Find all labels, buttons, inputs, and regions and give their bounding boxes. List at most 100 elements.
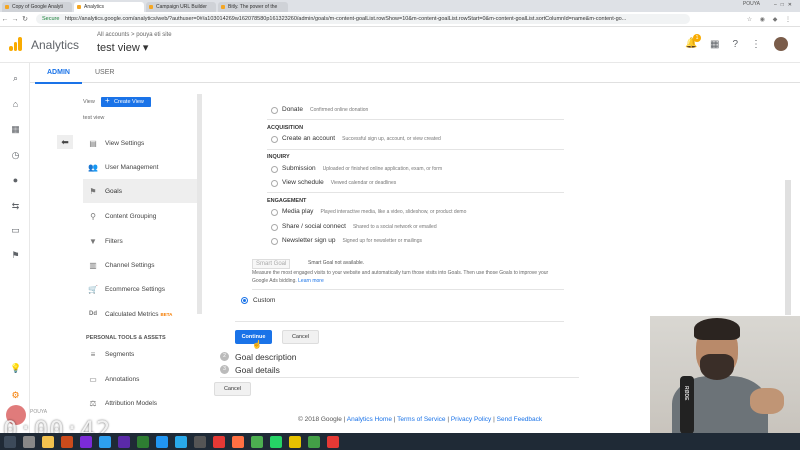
tab-user[interactable]: USER: [95, 69, 114, 76]
url-input[interactable]: Secure https://analytics.google.com/anal…: [36, 14, 690, 24]
apps-grid-icon[interactable]: ▦: [710, 39, 719, 50]
after-effects-icon[interactable]: [80, 435, 92, 448]
learn-more-link[interactable]: Learn more: [298, 278, 324, 284]
nav-item-filters[interactable]: ▼ Filters: [83, 229, 201, 253]
goal-radio-view-schedule[interactable]: [271, 180, 278, 187]
browser-tab[interactable]: Copy of Google Analyti: [2, 2, 72, 12]
goal-radio-create-account[interactable]: [271, 136, 278, 143]
notifications-icon[interactable]: 🔔 1: [685, 34, 701, 50]
customization-icon[interactable]: ▦: [10, 124, 21, 135]
goal-radio-submission[interactable]: [271, 166, 278, 173]
photoshop-icon[interactable]: [99, 435, 111, 448]
account-breadcrumb[interactable]: All accounts > pouya eti site: [97, 32, 172, 38]
goal-option-submission[interactable]: Submission Uploaded or finished online ap…: [282, 165, 442, 172]
divider: [267, 192, 564, 193]
app-icon[interactable]: [156, 435, 168, 448]
footer-link-analytics-home[interactable]: Analytics Home: [347, 416, 392, 423]
acquisition-icon[interactable]: ⇆: [10, 201, 21, 212]
goal-option-label: Newsletter sign up: [282, 237, 336, 244]
nav-item-label: Segments: [105, 350, 135, 358]
nav-item-goals[interactable]: ⚑ Goals: [83, 179, 201, 203]
browser-tab-active[interactable]: Analytics: [74, 2, 144, 12]
goal-radio-donate[interactable]: [271, 107, 278, 114]
goal-option-share-social[interactable]: Share / social connect Shared to a social…: [282, 223, 437, 230]
goal-option-donate[interactable]: Donate Confirmed online donation: [282, 106, 368, 113]
cancel-goal-button[interactable]: Cancel: [214, 382, 251, 396]
nav-scrollbar[interactable]: [197, 94, 202, 314]
forward-icon[interactable]: →: [10, 16, 20, 23]
cancel-button[interactable]: Cancel: [282, 330, 319, 344]
app-icon[interactable]: [327, 435, 339, 448]
extension-icons[interactable]: ☆ ◉ ◆ ⋮: [690, 16, 800, 23]
content-scrollbar[interactable]: [785, 180, 791, 315]
start-icon[interactable]: [4, 435, 16, 448]
section-header: PERSONAL TOOLS & ASSETS: [86, 335, 166, 341]
nav-item-user-management[interactable]: 👥 User Management: [83, 155, 201, 179]
goal-option-newsletter[interactable]: Newsletter sign up Signed up for newslett…: [282, 237, 422, 244]
back-icon[interactable]: ←: [0, 16, 10, 23]
opera-icon[interactable]: [213, 435, 225, 448]
goal-option-custom[interactable]: Custom: [253, 297, 275, 304]
user-avatar[interactable]: [774, 37, 788, 51]
home-icon[interactable]: ⌂: [10, 99, 21, 110]
footer-link-terms[interactable]: Terms of Service: [397, 416, 445, 423]
view-selector[interactable]: test view ▾: [97, 41, 148, 54]
nav-item-segments[interactable]: ≡ Segments: [83, 342, 201, 366]
discover-icon[interactable]: 💡: [10, 363, 21, 374]
audience-icon[interactable]: ●: [10, 175, 21, 186]
more-vert-icon[interactable]: ⋮: [751, 39, 761, 50]
nav-item-ecommerce-settings[interactable]: 🛒 Ecommerce Settings: [83, 277, 201, 301]
microphone: [680, 376, 694, 434]
app-icon[interactable]: [137, 435, 149, 448]
behavior-icon[interactable]: ▭: [10, 225, 21, 236]
admin-gear-icon[interactable]: ⚙: [10, 390, 21, 401]
goal-option-media-play[interactable]: Media play Played interactive media, like…: [282, 208, 466, 215]
step-goal-details[interactable]: Goal details: [235, 365, 280, 375]
help-icon[interactable]: ?: [732, 39, 738, 50]
office-icon[interactable]: [61, 435, 73, 448]
nav-item-attribution-models[interactable]: ⚖ Attribution Models: [83, 391, 201, 415]
search-icon[interactable]: ⌕: [10, 73, 21, 84]
tab-admin[interactable]: ADMIN: [35, 69, 82, 84]
nav-item-channel-settings[interactable]: ▥ Channel Settings: [83, 253, 201, 277]
goal-option-desc: Shared to a social network or emailed: [352, 224, 437, 230]
search-taskbar-icon[interactable]: [23, 435, 35, 448]
reload-icon[interactable]: ↻: [20, 15, 30, 23]
nav-item-view-settings[interactable]: ▤ View Settings: [83, 131, 201, 155]
create-view-button[interactable]: Create View: [101, 96, 151, 107]
goal-radio-newsletter[interactable]: [271, 238, 278, 245]
step-goal-description[interactable]: Goal description: [235, 352, 296, 362]
category-acquisition: ACQUISITION: [267, 125, 304, 131]
app-icon[interactable]: [289, 435, 301, 448]
browser-tab[interactable]: Campaign URL Builder: [146, 2, 216, 12]
firefox-icon[interactable]: [232, 435, 244, 448]
window-controls[interactable]: –□✕: [774, 2, 796, 8]
footer-link-privacy[interactable]: Privacy Policy: [451, 416, 491, 423]
annotations-icon: ▭: [89, 374, 97, 384]
divider: [235, 321, 564, 322]
realtime-icon[interactable]: ◷: [10, 150, 21, 161]
telegram-icon[interactable]: [175, 435, 187, 448]
goal-radio-custom[interactable]: [241, 297, 248, 304]
goal-option-view-schedule[interactable]: View schedule Viewed calendar or deadline…: [282, 179, 396, 186]
copyright: © 2018 Google |: [298, 416, 346, 423]
nav-item-annotations[interactable]: ▭ Annotations: [83, 367, 201, 391]
whatsapp-icon[interactable]: [270, 435, 282, 448]
goal-radio-media-play[interactable]: [271, 209, 278, 216]
footer-link-feedback[interactable]: Send Feedback: [497, 416, 543, 423]
category-inquiry: INQUIRY: [267, 154, 290, 160]
goal-option-create-account[interactable]: Create an account Successful sign up, acc…: [282, 135, 441, 142]
premiere-icon[interactable]: [118, 435, 130, 448]
browser-tab[interactable]: Bitly. The power of the: [218, 2, 288, 12]
goal-radio-share-social[interactable]: [271, 224, 278, 231]
file-explorer-icon[interactable]: [42, 435, 54, 448]
chrome-icon[interactable]: [251, 435, 263, 448]
nav-item-content-grouping[interactable]: ⚲ Content Grouping: [83, 204, 201, 228]
step-number: 3: [220, 365, 229, 374]
conversions-icon[interactable]: ⚑: [10, 250, 21, 261]
nav-item-calculated-metrics[interactable]: Dd Calculated Metrics BETA: [83, 302, 201, 326]
collapse-arrow-icon[interactable]: ⬅: [57, 135, 73, 149]
app-icon[interactable]: [194, 435, 206, 448]
app-icon[interactable]: [308, 435, 320, 448]
browser-profile[interactable]: POUYA: [743, 1, 760, 7]
